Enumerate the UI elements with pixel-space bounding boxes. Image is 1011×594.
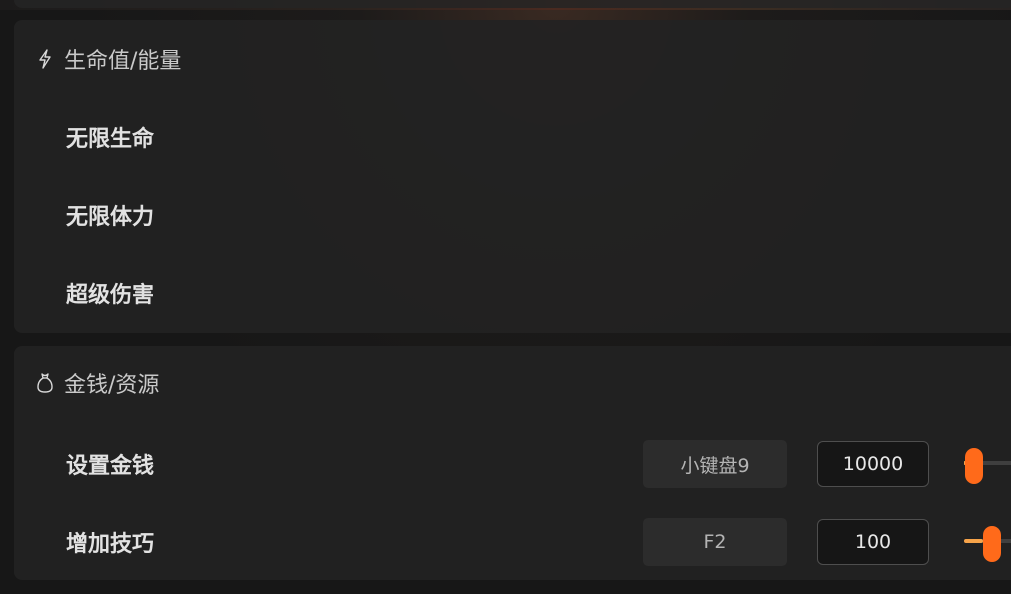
add-skill-label: 增加技巧 xyxy=(66,532,155,557)
add-skill-hotkey-button[interactable]: F2 xyxy=(643,518,787,566)
slider-fill xyxy=(964,539,983,543)
previous-panel-edge xyxy=(14,0,1011,8)
health-section-title: 生命值/能量 xyxy=(64,49,182,74)
health-energy-panel: 生命值/能量 无限生命 无限体力 超级伤害 xyxy=(14,20,1011,333)
background-image xyxy=(0,0,1011,10)
set-money-hotkey-button[interactable]: 小键盘9 xyxy=(643,440,787,488)
add-skill-value-input[interactable] xyxy=(817,519,929,565)
health-section-header: 生命值/能量 xyxy=(36,44,181,74)
super-damage-label: 超级伤害 xyxy=(66,283,155,308)
money-section-title: 金钱/资源 xyxy=(64,373,160,398)
infinite-stamina-label: 无限体力 xyxy=(66,205,155,230)
infinite-health-label: 无限生命 xyxy=(66,127,155,152)
money-section-header: 金钱/资源 xyxy=(36,368,159,398)
slider-thumb[interactable] xyxy=(965,448,983,484)
add-skill-slider[interactable] xyxy=(964,526,1011,562)
slider-thumb[interactable] xyxy=(983,526,1001,562)
lightning-icon xyxy=(36,48,54,70)
set-money-slider[interactable] xyxy=(964,448,1011,484)
set-money-value-input[interactable] xyxy=(817,441,929,487)
money-bag-icon xyxy=(36,372,54,394)
set-money-label: 设置金钱 xyxy=(66,454,155,479)
money-resources-panel: 金钱/资源 设置金钱 小键盘9 增加技巧 F2 xyxy=(14,346,1011,580)
